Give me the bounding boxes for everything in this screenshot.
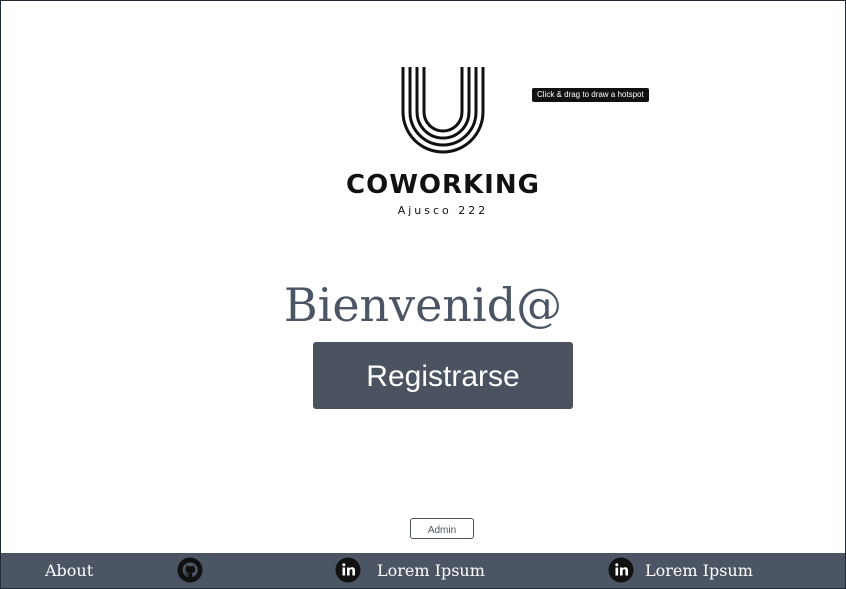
github-icon[interactable] [177,557,203,583]
logo-subtitle: Ajusco 222 [397,204,489,217]
footer-link-1[interactable]: Lorem Ipsum [377,553,485,588]
admin-button[interactable]: Admin [410,518,474,539]
footer-about-link[interactable]: About [45,553,93,588]
linkedin-icon[interactable] [608,557,634,583]
hotspot-tooltip: Click & drag to draw a hotspot [532,88,649,102]
welcome-heading: Bienvenid@ [283,278,563,332]
u-logo-icon [401,67,485,154]
coworking-logo: COWORKING Ajusco 222 [340,62,546,222]
logo-wordmark: COWORKING [346,170,540,200]
register-button[interactable]: Registrarse [313,342,573,409]
footer-link-2[interactable]: Lorem Ipsum [645,553,753,588]
linkedin-icon[interactable] [335,557,361,583]
footer-bar: About Lorem Ipsum Lorem Ipsum [1,553,845,588]
